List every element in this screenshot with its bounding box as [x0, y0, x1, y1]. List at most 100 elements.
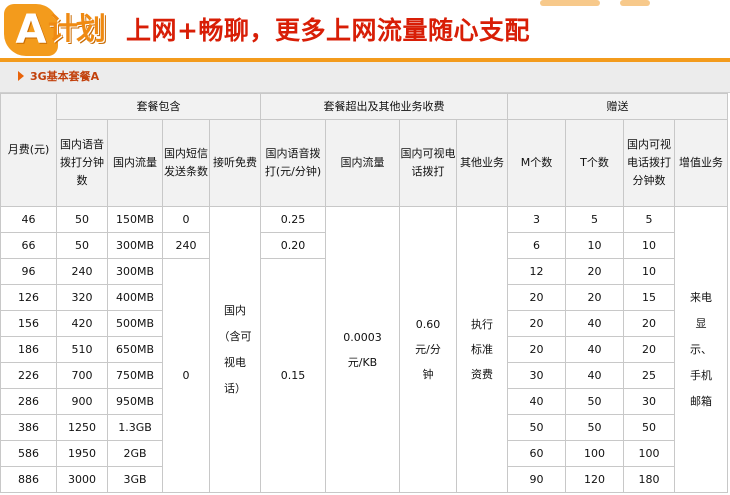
group-header-included: 套餐包含	[56, 93, 261, 120]
cell-fee: 156	[0, 310, 57, 337]
col-header-sms: 国内短信发送条数	[162, 119, 210, 207]
cell-fee: 586	[0, 440, 57, 467]
cell-data: 150MB	[107, 206, 163, 233]
cell-voice-minutes: 900	[56, 388, 108, 415]
a-plan-logo: A 计划	[4, 4, 112, 56]
logo-text: 计划	[48, 12, 106, 47]
section-title: 3G基本套餐A	[30, 70, 100, 83]
pricing-table: 月费(元) 套餐包含 套餐超出及其他业务收费 赠送 国内语音拨打分钟数 国内流量…	[0, 93, 728, 493]
cell-video-minutes: 50	[623, 414, 675, 441]
cell-data: 300MB	[107, 258, 163, 285]
cell-data: 1.3GB	[107, 414, 163, 441]
col-header-video-call: 国内可视电话拨打	[399, 119, 457, 207]
cell-t-count: 50	[565, 388, 624, 415]
cell-t-count: 50	[565, 414, 624, 441]
cell-sms: 240	[162, 232, 210, 259]
cell-data-rate: 0.0003元/KB	[325, 206, 400, 493]
cell-m-count: 3	[507, 206, 566, 233]
col-header-t-count: T个数	[565, 119, 624, 207]
group-header-overage: 套餐超出及其他业务收费	[260, 93, 508, 120]
cell-other-rate: 执行标准资费	[456, 206, 508, 493]
cell-video-minutes: 5	[623, 206, 675, 233]
banner-decoration	[540, 0, 600, 6]
col-header-other: 其他业务	[456, 119, 508, 207]
cell-vas: 来电显示、手机邮箱	[674, 206, 728, 493]
cell-t-count: 40	[565, 336, 624, 363]
cell-video-minutes: 10	[623, 258, 675, 285]
cell-video-minutes: 15	[623, 284, 675, 311]
group-header-gifts: 赠送	[507, 93, 728, 120]
cell-voice-rate: 0.20	[260, 232, 326, 259]
cell-fee: 96	[0, 258, 57, 285]
cell-voice-minutes: 1250	[56, 414, 108, 441]
cell-t-count: 5	[565, 206, 624, 233]
cell-data: 3GB	[107, 466, 163, 493]
cell-t-count: 20	[565, 258, 624, 285]
cell-m-count: 20	[507, 336, 566, 363]
cell-data: 750MB	[107, 362, 163, 389]
arrow-right-icon	[18, 71, 24, 81]
cell-m-count: 20	[507, 284, 566, 311]
cell-video-minutes: 20	[623, 336, 675, 363]
cell-voice-minutes: 320	[56, 284, 108, 311]
cell-free-answer: 国内（含可视电话）	[209, 206, 261, 493]
section-header: 3G基本套餐A	[0, 62, 730, 93]
cell-video-minutes: 180	[623, 466, 675, 493]
cell-t-count: 40	[565, 362, 624, 389]
cell-t-count: 10	[565, 232, 624, 259]
cell-video-minutes: 20	[623, 310, 675, 337]
cell-voice-rate: 0.15	[260, 258, 326, 493]
cell-sms: 0	[162, 206, 210, 233]
cell-m-count: 30	[507, 362, 566, 389]
cell-fee: 386	[0, 414, 57, 441]
cell-m-count: 20	[507, 310, 566, 337]
cell-video-minutes: 25	[623, 362, 675, 389]
cell-fee: 886	[0, 466, 57, 493]
col-header-data: 国内流量	[107, 119, 163, 207]
cell-data: 950MB	[107, 388, 163, 415]
cell-fee: 186	[0, 336, 57, 363]
cell-data: 400MB	[107, 284, 163, 311]
cell-fee: 286	[0, 388, 57, 415]
cell-voice-minutes: 3000	[56, 466, 108, 493]
cell-fee: 126	[0, 284, 57, 311]
cell-m-count: 60	[507, 440, 566, 467]
cell-data: 300MB	[107, 232, 163, 259]
cell-m-count: 90	[507, 466, 566, 493]
cell-video-minutes: 100	[623, 440, 675, 467]
page-headline: 上网+畅聊，更多上网流量随心支配	[126, 16, 530, 45]
cell-fee: 226	[0, 362, 57, 389]
cell-voice-minutes: 700	[56, 362, 108, 389]
cell-voice-minutes: 1950	[56, 440, 108, 467]
cell-data: 650MB	[107, 336, 163, 363]
banner: A 计划 上网+畅聊，更多上网流量随心支配	[0, 0, 730, 60]
cell-video-minutes: 10	[623, 232, 675, 259]
banner-decoration	[620, 0, 650, 6]
cell-voice-minutes: 240	[56, 258, 108, 285]
cell-video-call-rate: 0.60元/分钟	[399, 206, 457, 493]
cell-data: 2GB	[107, 440, 163, 467]
table-row: 46 50 150MB 0 国内（含可视电话） 0.25 0.0003元/KB …	[0, 206, 728, 493]
col-header-m-count: M个数	[507, 119, 566, 207]
col-header-video-minutes: 国内可视电话拨打分钟数	[623, 119, 675, 207]
col-header-free-answer: 接听免费	[209, 119, 261, 207]
cell-m-count: 50	[507, 414, 566, 441]
cell-sms: 0	[162, 258, 210, 493]
col-header-data-rate: 国内流量	[325, 119, 400, 207]
cell-t-count: 120	[565, 466, 624, 493]
cell-voice-minutes: 420	[56, 310, 108, 337]
cell-t-count: 40	[565, 310, 624, 337]
cell-video-minutes: 30	[623, 388, 675, 415]
cell-t-count: 20	[565, 284, 624, 311]
cell-fee: 66	[0, 232, 57, 259]
col-header-voice-rate: 国内语音拨打(元/分钟)	[260, 119, 326, 207]
col-header-vas: 增值业务	[674, 119, 728, 207]
cell-t-count: 100	[565, 440, 624, 467]
cell-voice-minutes: 510	[56, 336, 108, 363]
col-header-fee: 月费(元)	[0, 93, 57, 207]
cell-m-count: 40	[507, 388, 566, 415]
cell-voice-rate: 0.25	[260, 206, 326, 233]
cell-voice-minutes: 50	[56, 206, 108, 233]
cell-m-count: 12	[507, 258, 566, 285]
cell-fee: 46	[0, 206, 57, 233]
